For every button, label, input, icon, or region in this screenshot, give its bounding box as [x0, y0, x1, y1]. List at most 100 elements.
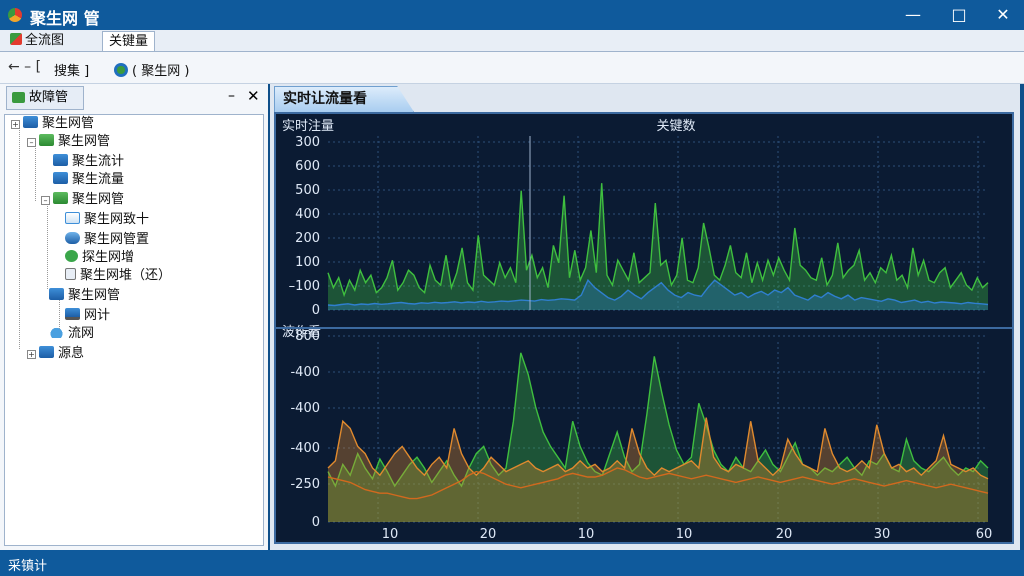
- tree-node-label: 聚生流量: [72, 172, 125, 187]
- tree-node[interactable]: 流网: [49, 325, 94, 343]
- tree-node-label: 流网: [68, 326, 95, 341]
- folder-icon: [53, 172, 68, 184]
- close-button[interactable]: ✕: [980, 0, 1024, 30]
- toolbar: ← – [ 搜集 ] ( 聚生网 ): [0, 52, 1024, 84]
- tree-node[interactable]: 聚生网致十: [65, 211, 149, 229]
- tree-guide-line: [47, 199, 48, 289]
- tree-node[interactable]: 聚生流量: [53, 171, 124, 189]
- status-bar: 采镇计: [0, 550, 1024, 576]
- tree-node[interactable]: 聚生网堆（还）: [65, 267, 171, 285]
- menu-tab-label: 关键量: [109, 34, 149, 49]
- tree-node-label: 聚生流计: [72, 154, 125, 169]
- tree-node-label: 聚生网堆（还）: [80, 268, 172, 283]
- y-tick-label: 500: [295, 183, 320, 198]
- chart-title: 实时注量: [282, 119, 334, 134]
- green-folder-icon: [39, 134, 54, 146]
- panel-close-icon[interactable]: ✕: [247, 87, 260, 105]
- chart-title: 波作看: [282, 324, 321, 340]
- chart-subtitle: 关键数: [656, 119, 695, 134]
- y-tick-label: 200: [295, 231, 320, 246]
- panel-header: 故障管 – ✕: [0, 84, 268, 112]
- tree-node[interactable]: 聚生网管置: [65, 231, 149, 249]
- network-icon: [114, 63, 128, 77]
- pin-icon[interactable]: –: [228, 88, 235, 104]
- status-text: 采镇计: [8, 559, 48, 574]
- tab-realtime-traffic[interactable]: 实时让流量看: [274, 86, 414, 112]
- tree-guide-line: [19, 123, 20, 349]
- drop-icon: [49, 326, 64, 338]
- maximize-button[interactable]: □: [936, 0, 982, 30]
- y-tick-label: 600: [295, 159, 320, 174]
- title-bar: 聚生网 管 — □ ✕: [0, 0, 1024, 30]
- menu-tab-label: 全流图: [25, 33, 65, 48]
- folder-icon: [49, 288, 64, 300]
- folder-icon: [53, 154, 68, 166]
- device-tree[interactable]: + 聚生网管 – 聚生网管 聚生流计 聚生流量 – 聚生网管 聚生网致十 聚生网管置 探生网增 聚生网…: [4, 114, 264, 546]
- tree-node-label: 源息: [58, 346, 85, 361]
- tree-node-label: 聚生网管: [58, 134, 111, 149]
- tree-node[interactable]: 聚生流计: [53, 153, 124, 171]
- menu-tab-key-metrics[interactable]: 关键量: [102, 31, 156, 51]
- check-icon: [65, 250, 78, 262]
- tree-node[interactable]: 探生网增: [65, 249, 134, 267]
- breadcrumb-app[interactable]: ( 聚生网 ): [114, 60, 189, 79]
- monitor-icon: [65, 308, 80, 320]
- tree-node-label: 聚生网管置: [84, 232, 150, 247]
- y-tick-label: -400: [290, 401, 320, 416]
- y-tick-label: 0: [312, 515, 320, 530]
- tree-node[interactable]: 网计: [65, 307, 110, 325]
- tree-node[interactable]: – 聚生网管: [41, 191, 124, 209]
- tree-node-label: 探生网增: [82, 250, 135, 265]
- database-icon: [65, 232, 80, 244]
- tree-node-label: 聚生网管: [72, 192, 125, 207]
- green-folder-icon: [53, 192, 68, 204]
- tree-node-label: 聚生网致十: [84, 212, 150, 227]
- x-tick-label: 30: [874, 527, 891, 542]
- overview-icon: [10, 33, 22, 45]
- x-tick-label: 10: [382, 527, 399, 542]
- menu-bar: 全流图 关键量: [0, 30, 1024, 52]
- folder-icon: [39, 346, 54, 358]
- x-tick-label: 60: [976, 527, 993, 542]
- tree-expander-icon[interactable]: –: [41, 196, 50, 205]
- tree-node[interactable]: + 聚生网管: [11, 115, 94, 133]
- home-icon: [12, 92, 25, 103]
- x-tick-label: 20: [480, 527, 497, 542]
- fault-manage-label: 故障管: [29, 90, 69, 105]
- chart-panel: 实时让流量看 0 –100 100 200 400 500 600 300 实时注量 关键数 0 -2…: [270, 84, 1020, 550]
- y-tick-label: -400: [290, 365, 320, 380]
- x-tick-label: 10: [676, 527, 693, 542]
- tree-expander-icon[interactable]: –: [27, 138, 36, 147]
- fault-manage-button[interactable]: 故障管: [6, 86, 84, 110]
- y-tick-label: 0: [312, 303, 320, 318]
- y-tick-label: -400: [290, 441, 320, 456]
- tree-node-label: 聚生网管: [42, 116, 95, 131]
- tree-node[interactable]: + 源息: [27, 345, 84, 363]
- y-tick-label: –100: [289, 279, 320, 294]
- back-button[interactable]: ← – [: [8, 59, 41, 75]
- menu-tab-overview[interactable]: 全流图: [4, 31, 70, 51]
- document-icon: [65, 212, 80, 224]
- tree-node[interactable]: 聚生网管: [49, 287, 120, 305]
- app-logo-icon: [8, 8, 22, 22]
- lock-icon: [65, 268, 76, 280]
- tree-node-label: 聚生网管: [68, 288, 121, 303]
- tree-node[interactable]: – 聚生网管: [27, 133, 110, 151]
- tree-node-label: 网计: [84, 308, 111, 323]
- navigation-panel: 故障管 – ✕ + 聚生网管 – 聚生网管 聚生流计 聚生流量 – 聚生网管 聚生网致十 聚生网管…: [0, 84, 268, 550]
- y-tick-label: -250: [290, 477, 320, 492]
- folder-icon: [23, 116, 38, 128]
- y-tick-label: 400: [295, 207, 320, 222]
- minimize-button[interactable]: —: [890, 0, 936, 30]
- traffic-charts: 0 –100 100 200 400 500 600 300实时注量 关键数 0 -250 -400 -…: [276, 119, 1012, 542]
- tree-expander-icon[interactable]: +: [11, 120, 20, 129]
- tree-expander-icon[interactable]: +: [27, 350, 36, 359]
- window-title: 聚生网 管: [30, 9, 100, 28]
- breadcrumb-app-label: ( 聚生网 ): [132, 64, 190, 79]
- x-tick-label: 20: [776, 527, 793, 542]
- breadcrumb-search[interactable]: 搜集 ]: [54, 60, 89, 79]
- y-tick-label: 100: [295, 255, 320, 270]
- y-tick-label: 300: [295, 135, 320, 150]
- x-tick-label: 10: [578, 527, 595, 542]
- chart-frame: 0 –100 100 200 400 500 600 300 实时注量 关键数 0 -250 -400 -…: [274, 112, 1014, 544]
